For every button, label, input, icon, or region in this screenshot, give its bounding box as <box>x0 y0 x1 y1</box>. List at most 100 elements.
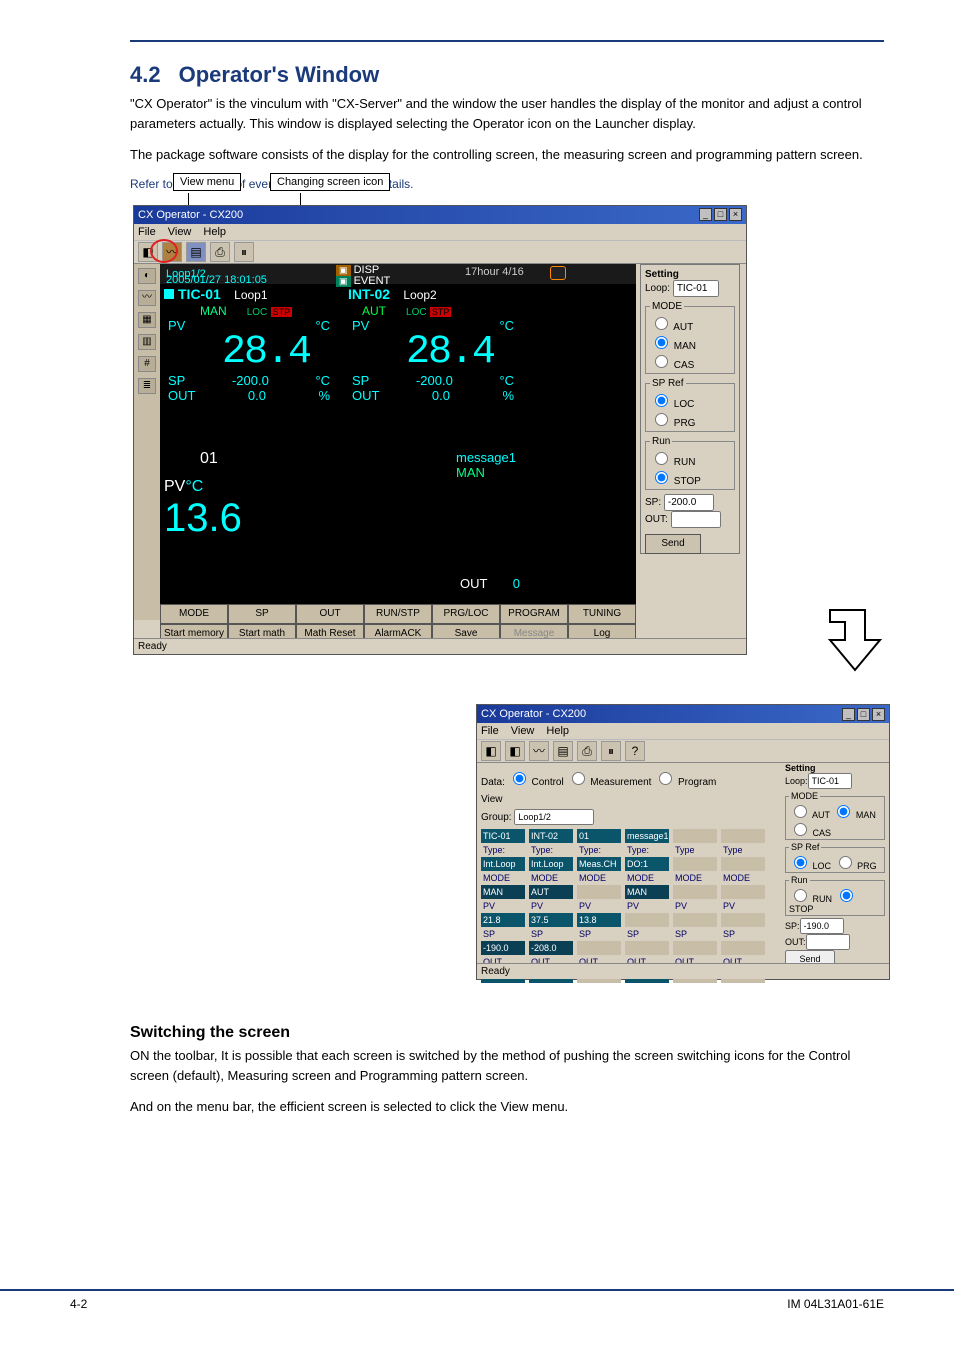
radio-measurement[interactable] <box>572 772 585 785</box>
c2-pv-lbl: PV <box>577 900 621 912</box>
c1-sp-lbl: SP <box>529 928 573 940</box>
trend-icon[interactable] <box>550 266 566 280</box>
loop1-tag: TIC-01 <box>178 286 221 302</box>
menu-file[interactable]: File <box>138 226 156 238</box>
btn-program[interactable]: PROGRAM <box>500 604 568 624</box>
radio-program[interactable] <box>659 772 672 785</box>
btn-runstp[interactable]: RUN/STP <box>364 604 432 624</box>
c2-type-lbl: Type: <box>577 844 621 856</box>
win2-mode-aut[interactable] <box>794 805 807 818</box>
c1-mode-lbl: MODE <box>529 872 573 884</box>
page-footer: 4-2 IM 04L31A01-61E <box>0 1289 954 1311</box>
loop1-group: Loop1 <box>234 288 267 302</box>
win2-run-run[interactable] <box>794 889 807 902</box>
min-button[interactable]: _ <box>699 208 712 221</box>
win2-tb7-icon[interactable]: ? <box>625 741 645 761</box>
c5-mode <box>721 885 765 899</box>
btn-out[interactable]: OUT <box>296 604 364 624</box>
leftstrip-grid-icon[interactable]: ▦ <box>138 312 156 328</box>
win2-min-button[interactable]: _ <box>842 708 855 721</box>
spref-loc-radio[interactable] <box>655 394 668 407</box>
c2-mode-lbl: MODE <box>577 872 621 884</box>
win2-tb2-icon[interactable]: ◧ <box>505 741 525 761</box>
section-number: 4.2 <box>130 62 161 88</box>
win2-close-button[interactable]: × <box>872 708 885 721</box>
send-button[interactable]: Send <box>645 534 701 554</box>
leftstrip-list-icon[interactable]: ≣ <box>138 378 156 394</box>
c5-pv-lbl: PV <box>721 900 765 912</box>
run-stop-radio[interactable] <box>655 471 668 484</box>
win2-tb1-icon[interactable]: ◧ <box>481 741 501 761</box>
win2-max-button[interactable]: □ <box>857 708 870 721</box>
set-sp-input[interactable] <box>664 494 714 511</box>
win2-mode-man[interactable] <box>837 805 850 818</box>
win2-mode-cas[interactable] <box>794 823 807 836</box>
close-button[interactable]: × <box>729 208 742 221</box>
c4-pv <box>673 913 717 927</box>
leftstrip-hash-icon[interactable]: # <box>138 356 156 372</box>
win2-tb6-icon[interactable]: ⏸ <box>601 741 621 761</box>
toolbar: ◧ 〰 ▤ ⎙ ⏸ <box>134 240 746 264</box>
c5-type-lbl: Type <box>721 844 765 856</box>
loop1-out-unit: % <box>318 388 330 403</box>
win2-run-stop-label: STOP <box>789 904 813 914</box>
mode-fieldset: MODE AUT MAN CAS <box>645 301 735 374</box>
win2-mode-cas-label: CAS <box>813 828 832 838</box>
col-2: 01 Type: Meas.CH MODE PV 13.8 SP OUT <box>577 829 621 983</box>
win2-menu-view[interactable]: View <box>511 725 535 737</box>
win2-spref-prg[interactable] <box>839 856 852 869</box>
setting-loop-select[interactable] <box>673 280 719 297</box>
mode-man-radio[interactable] <box>655 336 668 349</box>
col-4: Type MODE PV SP OUT <box>673 829 717 983</box>
win2-tb4-icon[interactable]: ▤ <box>553 741 573 761</box>
c2-sp-lbl: SP <box>577 928 621 940</box>
menu-help[interactable]: Help <box>203 226 226 238</box>
loop2-group: Loop2 <box>403 288 436 302</box>
c1-head: INT-02 <box>529 829 573 843</box>
btn-sp[interactable]: SP <box>228 604 296 624</box>
max-button[interactable]: □ <box>714 208 727 221</box>
win2-title: CX Operator - CX200 <box>481 708 586 720</box>
loop1-sp-unit: °C <box>315 373 330 388</box>
run-run-radio[interactable] <box>655 452 668 465</box>
btn-tuning[interactable]: TUNING <box>568 604 636 624</box>
c4-pv-lbl: PV <box>673 900 717 912</box>
win2-out-input[interactable] <box>806 934 850 950</box>
c1-pv: 37.5 <box>529 913 573 927</box>
spref-prg-radio[interactable] <box>655 413 668 426</box>
win2-run-stop[interactable] <box>840 889 853 902</box>
toolbar-control-icon[interactable]: ◧ <box>138 242 158 262</box>
leftstrip-gauge-icon[interactable]: ◐ <box>138 268 156 284</box>
win2-menu-file[interactable]: File <box>481 725 499 737</box>
toolbar-program-icon[interactable]: ▤ <box>186 242 206 262</box>
c0-pv: 21.8 <box>481 913 525 927</box>
leftstrip-bar-icon[interactable]: ▥ <box>138 334 156 350</box>
c2-mode <box>577 885 621 899</box>
c5-type <box>721 857 765 871</box>
win2-menu-help[interactable]: Help <box>546 725 569 737</box>
c3-mode: MAN <box>625 885 669 899</box>
btn-mode[interactable]: MODE <box>160 604 228 624</box>
top-rule <box>130 40 884 42</box>
toolbar-pause-icon[interactable]: ⏸ <box>234 242 254 262</box>
mode-aut-radio[interactable] <box>655 317 668 330</box>
toolbar-print-icon[interactable]: ⎙ <box>210 242 230 262</box>
win2-sp-input[interactable] <box>800 918 844 934</box>
win2-tb5-icon[interactable]: ⎙ <box>577 741 597 761</box>
body-lead-extra: The package software consists of the dis… <box>130 145 884 165</box>
loop-panel-3: 01 PV°C 13.6 <box>164 450 334 541</box>
toolbar-measure-icon[interactable]: 〰 <box>162 242 182 262</box>
btn-prgloc[interactable]: PRG/LOC <box>432 604 500 624</box>
spref-fieldset: SP Ref LOC PRG <box>645 378 735 432</box>
leftstrip-trend-icon[interactable]: 〰 <box>138 290 156 306</box>
mode-cas-radio[interactable] <box>655 355 668 368</box>
win2-loop-select[interactable] <box>808 773 852 789</box>
group-select[interactable] <box>514 809 594 825</box>
menu-view[interactable]: View <box>168 226 192 238</box>
win2-tb3-icon[interactable]: 〰 <box>529 741 549 761</box>
radio-control[interactable] <box>513 772 526 785</box>
win2-spref-loc[interactable] <box>794 856 807 869</box>
c0-sp: -190.0 <box>481 941 525 955</box>
c3-pv-lbl: PV <box>625 900 669 912</box>
set-out-input[interactable] <box>671 511 721 528</box>
